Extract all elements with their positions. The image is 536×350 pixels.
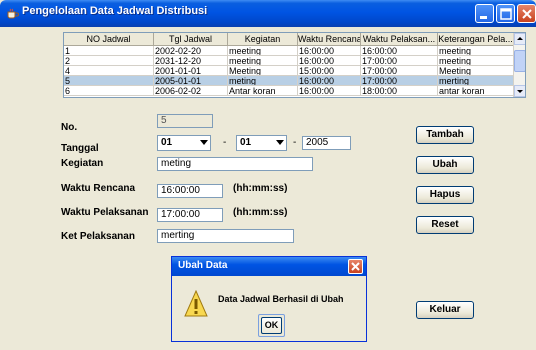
chevron-down-icon — [200, 140, 208, 145]
table-cell: 6 — [64, 86, 154, 96]
java-cup-icon — [7, 8, 19, 19]
ket-pelaksanan-label: Ket Pelaksanan — [61, 231, 135, 242]
column-header[interactable]: Tgl Jadwal — [154, 33, 228, 46]
tanggal-label: Tanggal — [61, 143, 99, 154]
table-scrollbar[interactable] — [513, 33, 525, 97]
table-cell: meting — [228, 76, 298, 86]
tambah-button[interactable]: Tambah — [416, 126, 474, 144]
table-cell: 18:00:00 — [361, 86, 438, 96]
scroll-thumb[interactable] — [514, 50, 525, 72]
close-icon — [351, 262, 360, 271]
table-cell: 16:00:00 — [298, 56, 361, 66]
dialog-title: Ubah Data — [178, 260, 228, 271]
maximize-button[interactable] — [496, 4, 515, 23]
date-separator: - — [223, 137, 227, 148]
table-cell: merting — [438, 76, 514, 86]
jadwal-table[interactable]: NO Jadwal Tgl Jadwal Kegiatan Waktu Renc… — [63, 32, 526, 98]
waktu-pelaksanan-hint: (hh:mm:ss) — [233, 207, 288, 218]
close-icon — [522, 9, 532, 19]
table-cell: meeting — [228, 56, 298, 66]
day-value: 01 — [161, 137, 173, 148]
warning-icon — [184, 290, 208, 317]
table-cell: 2001-01-01 — [154, 66, 228, 76]
table-cell: 16:00:00 — [298, 86, 361, 96]
table-cell: 17:00:00 — [361, 66, 438, 76]
table-cell: 2006-02-02 — [154, 86, 228, 96]
table-cell: 15:00:00 — [298, 66, 361, 76]
ok-button[interactable]: OK — [261, 317, 282, 334]
table-cell: 4 — [64, 66, 154, 76]
table-row[interactable]: 1 2002-02-20 meeting 16:00:00 16:00:00 meetin… — [64, 46, 514, 56]
waktu-rencana-label: Waktu Rencana — [61, 183, 136, 194]
table-cell: meeting — [228, 46, 298, 56]
table-cell: 16:00:00 — [298, 76, 361, 86]
table-cell: 2002-02-20 — [154, 46, 228, 56]
table-row[interactable]: 2 2031-12-20 meeting 16:00:00 17:00:00 meetin… — [64, 56, 514, 66]
reset-button[interactable]: Reset — [416, 216, 474, 234]
chevron-down-icon — [276, 140, 284, 145]
hapus-button[interactable]: Hapus — [416, 186, 474, 204]
month-value: 01 — [240, 137, 252, 148]
table-row[interactable]: 4 2001-01-01 Meeting 15:00:00 17:00:00 Meetin… — [64, 66, 514, 76]
maximize-icon — [500, 8, 512, 20]
month-select[interactable]: 01 — [236, 135, 287, 151]
date-separator: - — [293, 137, 297, 148]
table-cell: 17:00:00 — [361, 56, 438, 66]
main-window: Pengelolaan Data Jadwal Distribusi NO Ja… — [0, 0, 536, 350]
table-row[interactable]: 5 2005-01-01 meting 16:00:00 17:00:00 merting — [64, 76, 514, 86]
day-select[interactable]: 01 — [157, 135, 211, 151]
window-title: Pengelolaan Data Jadwal Distribusi — [22, 5, 208, 17]
keluar-button[interactable]: Keluar — [416, 301, 474, 319]
no-label: No. — [61, 122, 78, 133]
close-button[interactable] — [517, 4, 536, 23]
table-cell: 1 — [64, 46, 154, 56]
column-header[interactable]: Kegiatan — [228, 33, 298, 46]
scroll-down-button[interactable] — [514, 85, 525, 97]
table-cell: 5 — [64, 76, 154, 86]
table-cell: Meeting — [228, 66, 298, 76]
column-header[interactable]: NO Jadwal — [64, 33, 154, 46]
table-cell: 16:00:00 — [298, 46, 361, 56]
dialog-message: Data Jadwal Berhasil di Ubah — [218, 294, 344, 304]
no-field: 5 — [157, 114, 213, 128]
waktu-rencana-hint: (hh:mm:ss) — [233, 183, 288, 194]
title-bar[interactable]: Pengelolaan Data Jadwal Distribusi — [0, 0, 536, 27]
table-row[interactable]: 6 2006-02-02 Antar koran 16:00:00 18:00:00 an… — [64, 86, 514, 96]
table-cell: antar koran — [438, 86, 514, 96]
ubah-data-dialog: Ubah Data Data Jadwal Berhasil di Ubah O… — [171, 256, 367, 342]
column-header[interactable]: Waktu Pelaksan... — [361, 33, 438, 46]
waktu-pelaksanan-input[interactable]: 17:00:00 — [157, 208, 223, 222]
kegiatan-input[interactable]: meting — [157, 157, 313, 171]
arrow-down-icon — [517, 90, 523, 93]
minimize-icon — [480, 16, 487, 19]
table-body: 1 2002-02-20 meeting 16:00:00 16:00:00 meetin… — [64, 46, 514, 96]
column-header[interactable]: Waktu Rencana — [298, 33, 361, 46]
table-cell: meeting — [438, 56, 514, 66]
table-cell: 16:00:00 — [361, 46, 438, 56]
table-cell: Meeting — [438, 66, 514, 76]
scroll-up-button[interactable] — [514, 33, 525, 45]
ubah-button[interactable]: Ubah — [416, 156, 474, 174]
waktu-rencana-input[interactable]: 16:00:00 — [157, 184, 223, 198]
table-cell: 17:00:00 — [361, 76, 438, 86]
dialog-close-button[interactable] — [348, 259, 363, 274]
table-cell: meeting — [438, 46, 514, 56]
table-cell: 2 — [64, 56, 154, 66]
table-header: NO Jadwal Tgl Jadwal Kegiatan Waktu Renc… — [64, 33, 514, 46]
dialog-title-bar[interactable]: Ubah Data — [172, 257, 366, 276]
minimize-button[interactable] — [475, 4, 494, 23]
table-cell: Antar koran — [228, 86, 298, 96]
ket-pelaksanan-input[interactable]: merting — [157, 229, 294, 243]
kegiatan-label: Kegiatan — [61, 158, 104, 169]
table-cell: 2031-12-20 — [154, 56, 228, 66]
column-header[interactable]: Keterangan Pela... — [438, 33, 514, 46]
year-input[interactable]: 2005 — [302, 136, 351, 150]
table-cell: 2005-01-01 — [154, 76, 228, 86]
waktu-pelaksanan-label: Waktu Pelaksanan — [61, 207, 149, 218]
arrow-up-icon — [517, 37, 523, 40]
